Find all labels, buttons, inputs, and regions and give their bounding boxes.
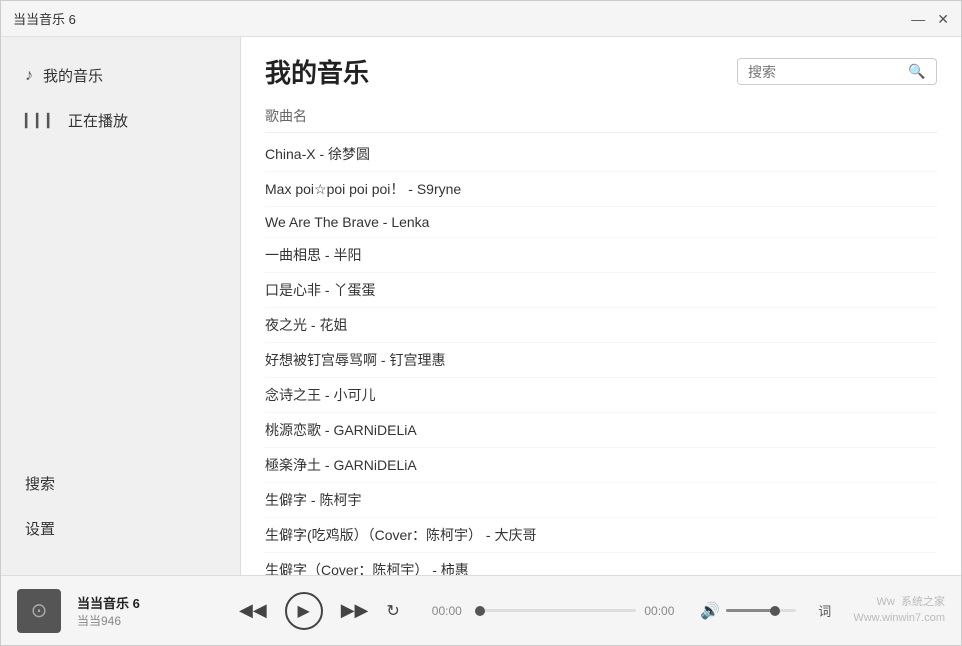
progress-bar[interactable] <box>480 609 637 612</box>
player-bar: ⊙ 当当音乐 6 当当946 ◀◀ ▶ ▶▶ ↻ 00:00 00:00 🔊 词… <box>1 575 961 645</box>
main-layout: ♪ 我的音乐 ▎▎▎ 正在播放 搜索 设置 我的音乐 🔍 歌曲名 <box>1 37 961 575</box>
titlebar: 当当音乐 6 — ✕ <box>1 1 961 37</box>
minimize-button[interactable]: — <box>911 12 925 26</box>
content-area: 我的音乐 🔍 歌曲名 China-X - 徐梦圆Max poi☆poi poi … <box>241 37 961 575</box>
time-current: 00:00 <box>432 604 472 618</box>
song-item[interactable]: 夜之光 - 花姐 <box>265 308 937 343</box>
progress-section: 00:00 00:00 <box>432 604 685 618</box>
player-sub-name: 当当946 <box>77 612 207 629</box>
next-button[interactable]: ▶▶ <box>341 600 369 621</box>
song-item[interactable]: 一曲相思 - 半阳 <box>265 238 937 273</box>
watermark: Ww 系统之家Www.winwin7.com <box>853 595 945 626</box>
song-item[interactable]: China-X - 徐梦圆 <box>265 137 937 172</box>
sidebar-label-now-playing: 正在播放 <box>68 110 128 131</box>
search-input[interactable] <box>748 64 908 80</box>
player-controls: ◀◀ ▶ ▶▶ ↻ <box>239 592 400 630</box>
content-header: 我的音乐 🔍 <box>241 37 961 100</box>
song-list: China-X - 徐梦圆Max poi☆poi poi poi！ - S9ry… <box>265 137 937 575</box>
song-item[interactable]: 生僻字(吃鸡版）（Cover：陈柯宇） - 大庆哥 <box>265 518 937 553</box>
song-item[interactable]: Max poi☆poi poi poi！ - S9ryne <box>265 172 937 207</box>
play-button[interactable]: ▶ <box>285 592 323 630</box>
sidebar-label-my-music: 我的音乐 <box>43 65 103 86</box>
sidebar-label-settings: 设置 <box>25 518 55 539</box>
song-item[interactable]: 生僻字 - 陈柯宇 <box>265 483 937 518</box>
search-box[interactable]: 🔍 <box>737 58 937 85</box>
repeat-button[interactable]: ↻ <box>386 601 399 621</box>
sidebar-item-my-music[interactable]: ♪ 我的音乐 <box>1 53 240 98</box>
sidebar-item-search[interactable]: 搜索 <box>1 461 240 506</box>
volume-icon: 🔊 <box>700 601 720 621</box>
sidebar: ♪ 我的音乐 ▎▎▎ 正在播放 搜索 设置 <box>1 37 241 575</box>
song-item[interactable]: 好想被钉宫辱骂啊 - 钉宫理惠 <box>265 343 937 378</box>
music-note-icon: ♪ <box>25 67 33 85</box>
bars-icon: ▎▎▎ <box>25 113 58 129</box>
song-info: 当当音乐 6 当当946 <box>77 593 207 629</box>
sidebar-item-now-playing[interactable]: ▎▎▎ 正在播放 <box>1 98 240 143</box>
song-item[interactable]: 桃源恋歌 - GARNiDELiA <box>265 413 937 448</box>
song-item[interactable]: 口是心非 - 丫蛋蛋 <box>265 273 937 308</box>
song-list-header: 歌曲名 <box>265 100 937 133</box>
song-item[interactable]: 生僻字（Cover：陈柯宇） - 柿惠 <box>265 553 937 575</box>
progress-knob <box>475 606 485 616</box>
time-total: 00:00 <box>644 604 684 618</box>
page-title: 我的音乐 <box>265 53 369 90</box>
song-item[interactable]: 念诗之王 - 小可儿 <box>265 378 937 413</box>
album-art: ⊙ <box>17 589 61 633</box>
vinyl-icon: ⊙ <box>31 598 48 623</box>
app-title: 当当音乐 6 <box>13 9 76 28</box>
sidebar-label-search: 搜索 <box>25 473 55 494</box>
close-button[interactable]: ✕ <box>937 12 949 26</box>
player-app-name: 当当音乐 6 <box>77 593 207 612</box>
search-icon: 🔍 <box>908 63 925 80</box>
song-item[interactable]: 極楽浄土 - GARNiDELiA <box>265 448 937 483</box>
volume-section: 🔊 <box>700 601 796 621</box>
window-controls: — ✕ <box>911 12 949 26</box>
sidebar-item-settings[interactable]: 设置 <box>1 506 240 551</box>
prev-button[interactable]: ◀◀ <box>239 600 267 621</box>
sidebar-bottom: 搜索 设置 <box>1 461 240 559</box>
volume-bar[interactable] <box>726 609 796 612</box>
lyrics-button[interactable]: 词 <box>812 597 837 624</box>
volume-knob <box>770 606 780 616</box>
song-item[interactable]: We Are The Brave - Lenka <box>265 207 937 238</box>
song-list-container[interactable]: 歌曲名 China-X - 徐梦圆Max poi☆poi poi poi！ - … <box>241 100 961 575</box>
volume-fill <box>726 609 775 612</box>
